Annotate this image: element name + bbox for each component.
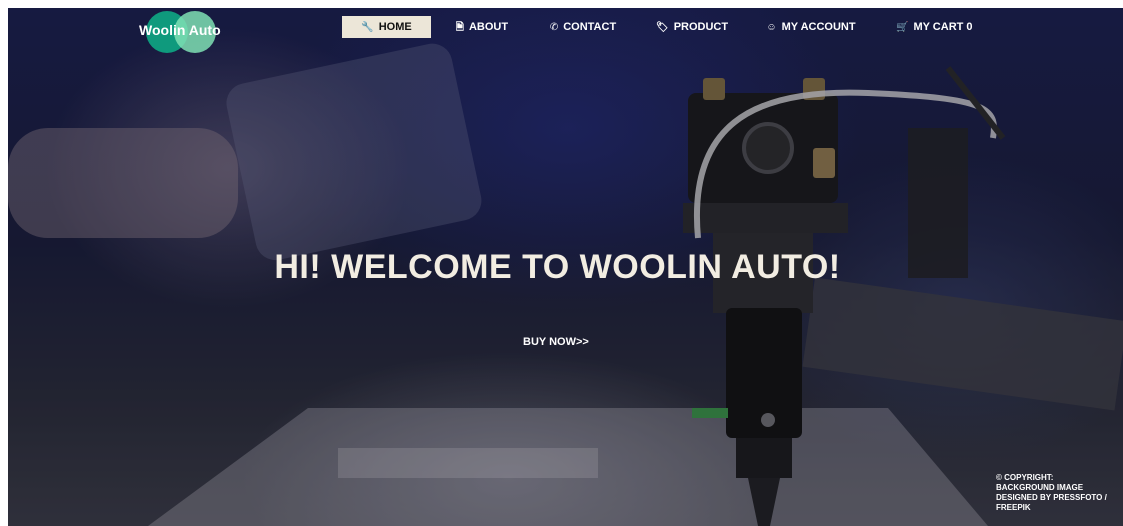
nav-item-label: ABOUT (468, 21, 509, 33)
user-icon: ☺ (766, 22, 777, 33)
nav-item-label: MY CART 0 (913, 21, 973, 33)
nav-item-my-account[interactable]: ☺ MY ACCOUNT (765, 16, 857, 38)
brand-name: Woolin Auto (139, 22, 221, 38)
nav-item-label: MY ACCOUNT (781, 21, 856, 33)
copyright-notice: © COPYRIGHT: BACKGROUND IMAGE DESIGNED B… (996, 473, 1107, 512)
buy-now-button[interactable]: BUY NOW>> (523, 336, 643, 354)
brand-logo[interactable]: Woolin Auto (139, 10, 229, 53)
nav-item-label: PRODUCT (673, 21, 729, 33)
phone-icon: ✆ (549, 22, 559, 33)
nav-item-label: CONTACT (563, 21, 617, 33)
wrench-icon: 🔧 (361, 22, 374, 33)
nav-item-contact[interactable]: ✆ CONTACT (548, 16, 618, 38)
nav-item-label: HOME (378, 21, 412, 33)
file-icon: 🗎 (455, 22, 464, 33)
hero-headline: HI! WELCOME TO WOOLIN AUTO! (274, 248, 841, 286)
nav-item-product[interactable]: 🏷 PRODUCT (656, 16, 728, 38)
nav-item-about[interactable]: 🗎 ABOUT (452, 16, 512, 38)
basket-icon: 🛒 (896, 22, 909, 33)
nav-item-my-cart[interactable]: 🛒 MY CART 0 (896, 16, 973, 38)
nav-item-home[interactable]: 🔧 HOME (342, 16, 431, 38)
tag-icon: 🏷 (656, 22, 669, 33)
